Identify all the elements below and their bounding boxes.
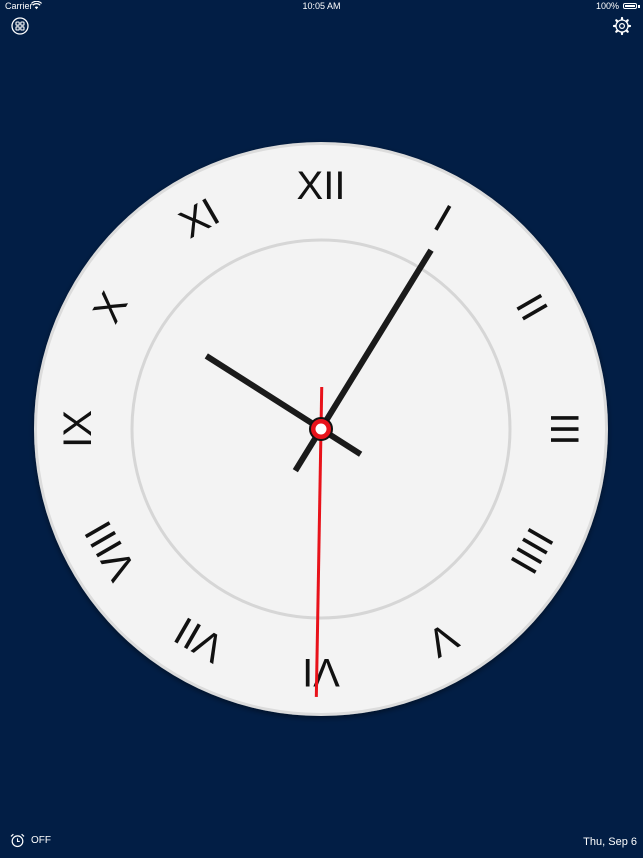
numeral-ix: IX (56, 410, 100, 448)
analog-clock: XIIIIIIIIIIIIVVIVIIVIIIIXXXI (34, 142, 608, 716)
numeral-iii: III (542, 412, 586, 445)
alarm-status-label: OFF (31, 834, 51, 846)
numeral-xii: XII (297, 164, 346, 208)
numeral-vi: VI (302, 650, 340, 694)
alarm-clock-icon (10, 833, 25, 847)
center-pin (315, 423, 327, 435)
date-label: Thu, Sep 6 (583, 836, 637, 848)
alarm-toggle[interactable]: OFF (10, 832, 51, 848)
